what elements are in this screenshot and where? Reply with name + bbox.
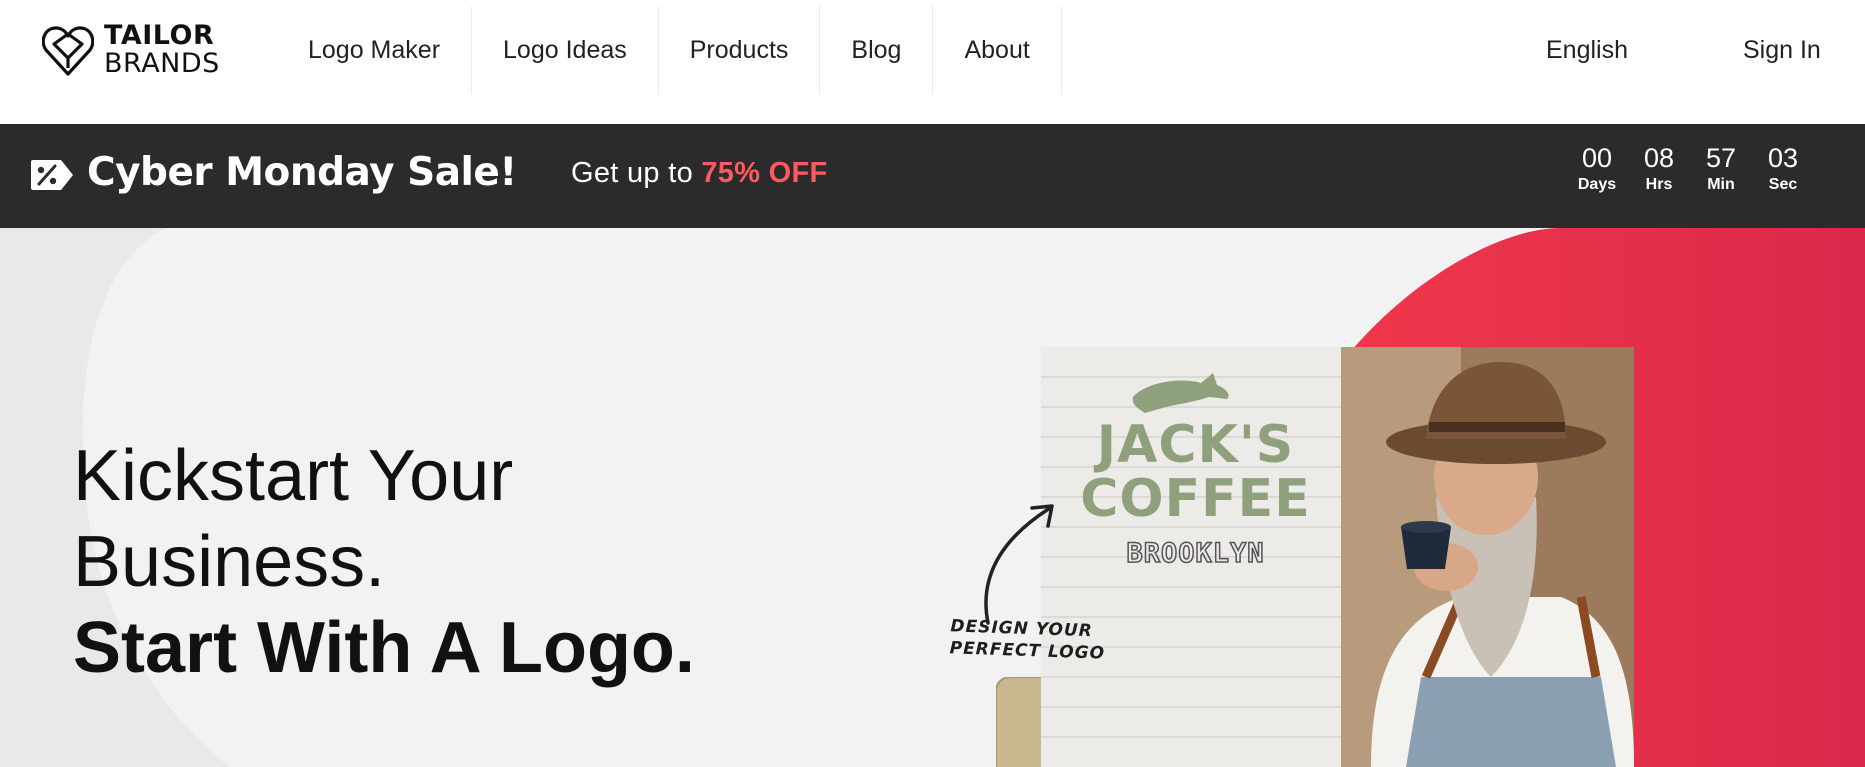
countdown-label: Hrs (1645, 176, 1673, 193)
sign-brand-line1: JACK'S (1096, 415, 1295, 475)
countdown-minutes: 57 Min (1690, 142, 1752, 196)
brand-logo[interactable]: TAILOR BRANDS (42, 22, 220, 78)
sign-city: BROOKLYN (1126, 537, 1265, 570)
design-callout: DESIGN YOUR PERFECT LOGO (949, 615, 1106, 664)
promo-title: Cyber Monday Sale! (87, 150, 517, 195)
countdown-value: 08 (1643, 143, 1675, 173)
headline-line-2: Business. (73, 522, 386, 602)
nav-item-blog[interactable]: Blog (820, 6, 934, 94)
nav-item-about[interactable]: About (933, 6, 1062, 94)
promo-banner[interactable]: Cyber Monday Sale! Get up to 75% OFF 00 … (0, 124, 1865, 228)
brand-name-line2: BRANDS (104, 48, 220, 79)
countdown-value: 57 (1705, 143, 1737, 173)
countdown-timer: 00 Days 08 Hrs 57 Min 03 Sec (1566, 142, 1814, 196)
headline-line-3: Start With A Logo. (73, 608, 695, 688)
nav-item-logo-maker[interactable]: Logo Maker (280, 6, 473, 94)
countdown-value: 00 (1581, 143, 1613, 173)
countdown-label: Days (1577, 176, 1617, 193)
language-selector[interactable]: English (1546, 0, 1628, 100)
promo-offer-highlight: 75% OFF (701, 157, 828, 189)
countdown-value: 03 (1767, 143, 1799, 173)
sign-brand-line2: COFFEE (1080, 469, 1311, 529)
countdown-seconds: 03 Sec (1752, 142, 1814, 196)
countdown-days: 00 Days (1566, 142, 1628, 196)
sign-in-link[interactable]: Sign In (1743, 0, 1821, 100)
nav-item-logo-ideas[interactable]: Logo Ideas (472, 6, 659, 94)
nav-item-products[interactable]: Products (659, 6, 821, 94)
brand-name-line1: TAILOR (104, 20, 215, 51)
countdown-hours: 08 Hrs (1628, 142, 1690, 196)
hero-headline: Kickstart Your Business. Start With A Lo… (73, 433, 695, 691)
countdown-label: Sec (1768, 176, 1798, 193)
promo-offer-prefix: Get up to (571, 157, 702, 189)
hero-section: Kickstart Your Business. Start With A Lo… (0, 228, 1865, 767)
hero-photo: JACK'S COFFEE BROOKLYN (1041, 347, 1634, 767)
countdown-label: Min (1707, 176, 1735, 193)
promo-offer: Get up to 75% OFF (571, 157, 828, 190)
main-nav: Logo Maker Logo Ideas Products Blog Abou… (280, 6, 1062, 94)
site-header: TAILOR BRANDS Logo Maker Logo Ideas Prod… (0, 0, 1865, 124)
sale-tag-icon (31, 160, 73, 190)
heart-shield-icon (42, 26, 94, 76)
curved-arrow-icon (984, 504, 1054, 625)
headline-line-1: Kickstart Your (73, 436, 514, 516)
